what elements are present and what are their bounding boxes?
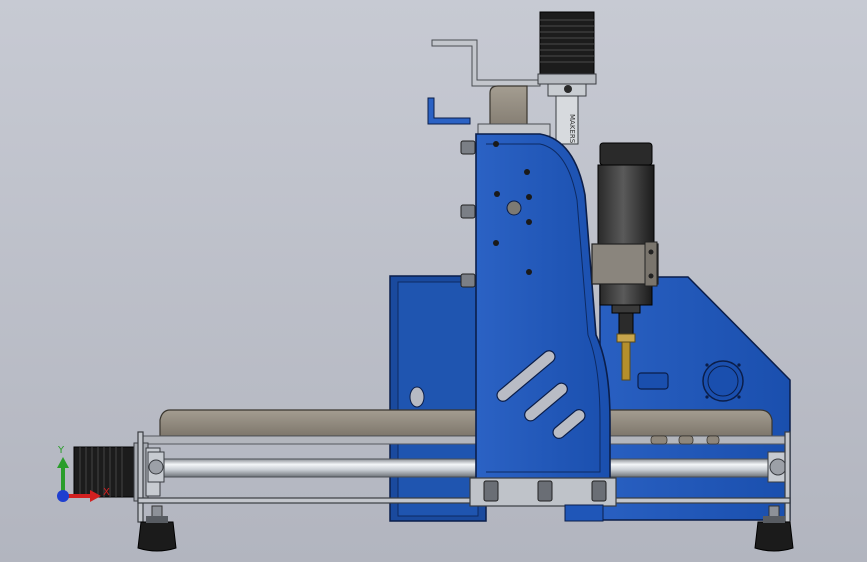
fan-opening (702, 360, 744, 402)
gantry-bottom-bracket[interactable] (469, 477, 617, 507)
x-axis-stepper-motor[interactable] (73, 442, 161, 502)
side-bolts (460, 140, 476, 288)
cad-viewport[interactable]: MAKERS Y X (0, 0, 867, 562)
gantry-foot-plate (564, 504, 604, 522)
triad-x-label: X (103, 487, 110, 498)
base-plate[interactable] (139, 409, 791, 445)
spindle-clamp[interactable] (591, 241, 659, 287)
blue-hook (427, 97, 471, 125)
linear-rod[interactable] (149, 458, 791, 478)
bed-slot (650, 435, 720, 445)
motor-label: MAKERS (568, 114, 576, 144)
gantry-plate[interactable] (460, 133, 611, 481)
triad-y-label: Y (57, 445, 65, 456)
foot-left[interactable] (137, 505, 177, 552)
triad-z-axis (57, 490, 69, 502)
panel-hole (409, 386, 425, 408)
cable-bracket[interactable] (431, 39, 541, 87)
triad-y-arrow (57, 457, 69, 468)
z-mount-plate[interactable] (477, 85, 551, 137)
connector-port (637, 372, 669, 390)
spindle-motor[interactable] (597, 142, 655, 314)
gantry-bearing (506, 200, 522, 216)
